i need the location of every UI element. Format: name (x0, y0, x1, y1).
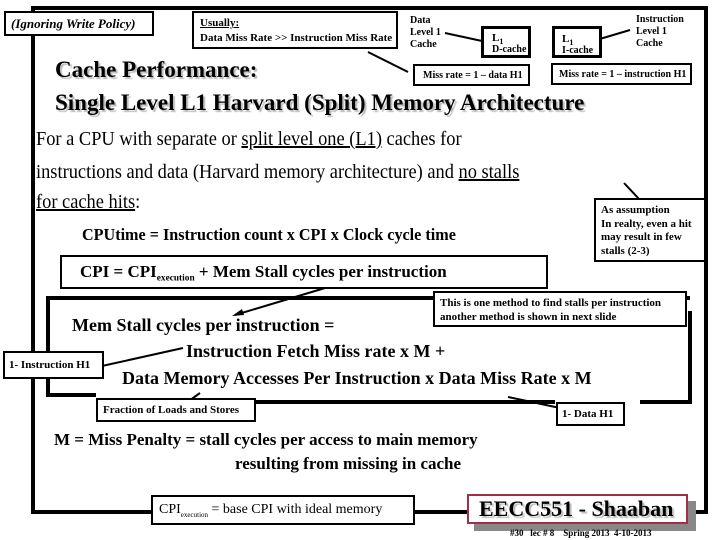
instruction-l1-label-line: Cache (636, 38, 663, 49)
l1-i-cache-box: L1 I-cache (552, 26, 602, 58)
data-miss-rate-text: Miss rate = 1 – data H1 (423, 70, 523, 81)
miss-penalty-line-1: M = Miss Penalty = stall cycles per acce… (54, 430, 478, 449)
mem-stall-line-2: Instruction Fetch Miss rate x M + (186, 341, 446, 361)
assumption-line: As assumption (601, 204, 670, 216)
fraction-loads-stores-text: Fraction of Loads and Stores (103, 404, 240, 416)
cpi-equation-box: CPI = CPIexecution + Mem Stall cycles pe… (60, 255, 548, 289)
assumption-line: stalls (2-3) (601, 244, 650, 257)
cpi-rhs: + Mem Stall cycles per instruction (194, 262, 447, 281)
fraction-loads-stores-box: Fraction of Loads and Stores (96, 398, 256, 422)
p1-underlined: split level one (L1) (241, 128, 382, 150)
method-note-box: This is one method to find stalls per in… (433, 291, 687, 327)
data-l1-label-line: Cache (410, 39, 437, 50)
p3-underlined: for cache hits (36, 191, 136, 213)
title-line-1: Cache Performance: (55, 57, 258, 82)
ignoring-write-policy-text: (Ignoring Write Policy) (11, 16, 136, 31)
body-paragraph-line-3: for cache hits: (36, 191, 140, 214)
course-title: EECC551 - Shaaban (479, 496, 674, 521)
data-h1-text: 1- Data H1 (562, 408, 614, 420)
mem-stall-line-1: Mem Stall cycles per instruction = (72, 315, 335, 335)
body-paragraph-line-1: For a CPU with separate or split level o… (36, 128, 462, 151)
usually-box: Usually: Data Miss Rate >> Instruction M… (192, 11, 398, 49)
p3-colon: : (135, 191, 141, 213)
assumption-box: As assumption In realty, even a hit may … (594, 198, 706, 262)
method-note-line: another method is shown in next slide (440, 311, 617, 323)
instruction-l1-label: Instruction Level 1 Cache (636, 14, 684, 50)
p2-text: instructions and data (Harvard memory ar… (36, 161, 459, 183)
data-l1-label-line: Data (410, 15, 431, 26)
cpi-execution-main: CPI (159, 502, 181, 517)
instruction-l1-label-line: Instruction (636, 14, 684, 25)
assumption-line: In realty, even a hit (601, 217, 692, 230)
instruction-h1-text: 1- Instruction H1 (9, 359, 91, 371)
data-l1-label-line: Level 1 (410, 27, 441, 38)
ignoring-write-policy-box: (Ignoring Write Policy) (4, 11, 154, 36)
cpi-execution-sub: execution (156, 273, 195, 284)
method-note-line: This is one method to find stalls per in… (440, 297, 662, 309)
assumption-line: may result in few (601, 231, 682, 243)
cpi-execution-definition-box: CPIexecution = base CPI with ideal memor… (151, 495, 415, 525)
usually-label: Usually: (200, 17, 240, 29)
instruction-miss-rate-text: Miss rate = 1 – instruction H1 (559, 69, 687, 80)
title-line-2: Single Level L1 Harvard (Split) Memory A… (55, 90, 585, 115)
p1-text: For a CPU with separate or (36, 128, 242, 150)
d-cache-name: D-cache (492, 44, 527, 55)
data-l1-label: Data Level 1 Cache (410, 15, 441, 51)
cpi-lhs: CPI = CPI (80, 262, 157, 281)
data-h1-box: 1- Data H1 (556, 402, 625, 426)
p2-underlined: no stalls (458, 161, 520, 183)
instruction-l1-label-line: Level 1 (636, 26, 667, 37)
i-cache-name: I-cache (562, 45, 594, 56)
miss-penalty-line-2: resulting from missing in cache (235, 454, 462, 473)
usually-text: Data Miss Rate >> Instruction Miss Rate (200, 32, 393, 44)
cpi-execution-subscript: execution (180, 510, 209, 519)
l1-d-cache-box: L1 D-cache (481, 26, 531, 58)
body-paragraph-line-2: instructions and data (Harvard memory ar… (36, 161, 519, 184)
p1-text-end: caches for (381, 128, 462, 150)
slide-info: #30 lec # 8 Spring 2013 4-10-2013 (510, 528, 652, 538)
data-miss-rate-box: Miss rate = 1 – data H1 (413, 64, 530, 86)
instruction-h1-box: 1- Instruction H1 (3, 351, 104, 379)
mem-stall-line-3: Data Memory Accesses Per Instruction x D… (122, 368, 592, 388)
instruction-miss-rate-box: Miss rate = 1 – instruction H1 (551, 63, 692, 85)
cpi-execution-def-text: = base CPI with ideal memory (211, 502, 383, 517)
course-badge: EECC551 - Shaaban (467, 494, 688, 524)
cputime-equation: CPUtime = Instruction count x CPI x Cloc… (82, 225, 456, 244)
cpi-execution-definition: CPIexecution = base CPI with ideal memor… (159, 502, 382, 519)
cpi-equation: CPI = CPIexecution + Mem Stall cycles pe… (80, 262, 447, 283)
